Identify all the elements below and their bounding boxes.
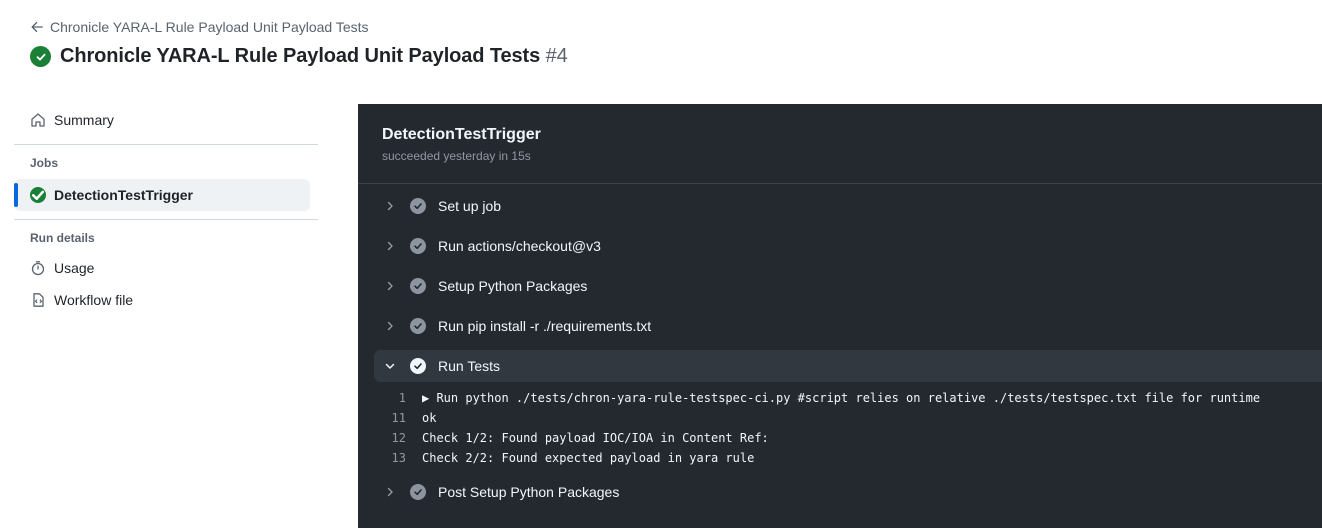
back-link-label: Chronicle YARA-L Rule Payload Unit Paylo…: [50, 19, 369, 35]
step-row[interactable]: Run pip install -r ./requirements.txt: [374, 310, 1322, 342]
run-number: #4: [545, 45, 568, 67]
log-text: Check 2/2: Found expected payload in yar…: [422, 451, 755, 465]
back-link[interactable]: Chronicle YARA-L Rule Payload Unit Paylo…: [30, 18, 568, 36]
chevron-right-icon: [382, 278, 398, 294]
success-check-icon: [30, 46, 51, 67]
sidebar-item-label: Workflow file: [54, 292, 134, 308]
step-label: Set up job: [438, 198, 502, 214]
step-row[interactable]: Set up job: [374, 190, 1322, 222]
step-success-icon: [410, 198, 426, 214]
run-details-heading: Run details: [30, 231, 95, 245]
sidebar-item-usage[interactable]: Usage: [14, 252, 318, 284]
page-header: Chronicle YARA-L Rule Payload Unit Paylo…: [30, 18, 568, 68]
log-text: ok: [422, 411, 437, 425]
log-line: 12 Check 1/2: Found payload IOC/IOA in C…: [374, 428, 1322, 448]
step-label: Run Tests: [438, 358, 500, 374]
chevron-right-icon: [382, 198, 398, 214]
chevron-right-icon: [382, 318, 398, 334]
file-code-icon: [33, 293, 44, 307]
sidebar-item-workflow-file[interactable]: Workflow file: [14, 284, 318, 316]
chevron-down-icon: [382, 358, 398, 374]
log-line: 13 Check 2/2: Found expected payload in …: [374, 448, 1322, 468]
sidebar: Summary Jobs DetectionTestTrigger Run de…: [14, 104, 318, 316]
steps-list: Set up job Run actions/checkout@v3 Setup…: [374, 190, 1322, 516]
sidebar-item-label: Usage: [54, 260, 95, 276]
log-line: 11 ok: [374, 408, 1322, 428]
step-success-icon: [410, 318, 426, 334]
step-row-expanded[interactable]: Run Tests: [374, 350, 1322, 382]
arrow-left-icon: [31, 21, 43, 33]
sidebar-item-summary[interactable]: Summary: [14, 104, 318, 136]
line-number[interactable]: 13: [374, 451, 422, 465]
divider: [14, 219, 318, 220]
sidebar-item-label: DetectionTestTrigger: [54, 187, 193, 203]
step-label: Run pip install -r ./requirements.txt: [438, 318, 652, 334]
workflow-title: Chronicle YARA-L Rule Payload Unit Paylo…: [60, 45, 541, 67]
line-number[interactable]: 12: [374, 431, 422, 445]
log-text[interactable]: ▶ Run python ./tests/chron-yara-rule-tes…: [422, 391, 1260, 405]
title-row: Chronicle YARA-L Rule Payload Unit Paylo…: [30, 45, 568, 68]
chevron-right-icon: [382, 238, 398, 254]
step-success-icon: [410, 238, 426, 254]
step-success-icon: [410, 484, 426, 500]
success-check-icon: [30, 187, 46, 203]
line-number[interactable]: 1: [374, 391, 422, 405]
job-status-meta: succeeded yesterday in 15s: [382, 149, 531, 163]
step-log-output: 1 ▶ Run python ./tests/chron-yara-rule-t…: [374, 388, 1322, 468]
chevron-right-icon: [382, 484, 398, 500]
home-icon: [31, 113, 45, 127]
jobs-heading: Jobs: [30, 156, 59, 170]
step-label: Run actions/checkout@v3: [438, 238, 601, 254]
step-label: Post Setup Python Packages: [438, 484, 620, 500]
stopwatch-icon: [31, 261, 45, 276]
page-title: Chronicle YARA-L Rule Payload Unit Paylo…: [60, 45, 568, 68]
divider: [14, 144, 318, 145]
step-row[interactable]: Setup Python Packages: [374, 270, 1322, 302]
step-label: Setup Python Packages: [438, 278, 588, 294]
job-name: DetectionTestTrigger: [382, 126, 541, 143]
log-text: Check 1/2: Found payload IOC/IOA in Cont…: [422, 431, 769, 445]
log-line: 1 ▶ Run python ./tests/chron-yara-rule-t…: [374, 388, 1322, 408]
job-header: DetectionTestTrigger succeeded yesterday…: [358, 104, 1322, 184]
step-success-icon: [410, 358, 426, 374]
step-row[interactable]: Run actions/checkout@v3: [374, 230, 1322, 262]
job-log-panel: DetectionTestTrigger succeeded yesterday…: [358, 104, 1322, 528]
step-row[interactable]: Post Setup Python Packages: [374, 476, 1322, 508]
step-success-icon: [410, 278, 426, 294]
line-number[interactable]: 11: [374, 411, 422, 425]
sidebar-item-job[interactable]: DetectionTestTrigger: [14, 179, 310, 211]
sidebar-item-label: Summary: [54, 112, 114, 128]
